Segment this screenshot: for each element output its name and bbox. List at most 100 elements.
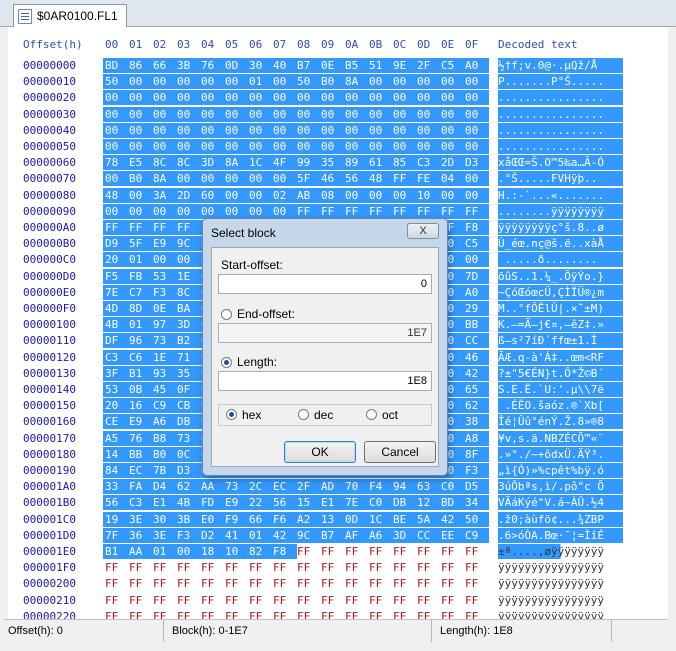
hex-byte[interactable]: FF [103,576,129,591]
hex-byte[interactable]: 01 [247,527,273,543]
hex-byte[interactable]: F4 [367,479,393,495]
hex-byte[interactable]: E1 [151,495,177,511]
hex-byte[interactable]: 00 [247,171,273,187]
hex-byte[interactable]: 00 [343,90,369,106]
hex-byte[interactable]: 00 [199,90,225,106]
hex-byte[interactable]: 00 [367,74,393,90]
hex-byte[interactable]: 33 [103,479,129,495]
hex-byte[interactable]: 00 [151,90,177,106]
hex-byte[interactable]: AA [199,479,225,495]
hex-byte[interactable]: 00 [175,74,201,90]
hex-row[interactable]: 00000220 FF FF FF FF FF FF FF FF FF FF FF FF FF FF FF FF… [8,609,668,619]
hex-byte[interactable]: 34 [463,495,489,511]
hex-byte[interactable]: B2 [175,333,201,349]
hex-byte[interactable]: 00 [151,122,177,138]
hex-byte[interactable]: FF [295,576,321,591]
hex-byte[interactable]: D5 [463,479,489,495]
end-offset-input[interactable]: 1E7 [218,323,432,343]
hex-byte[interactable]: 00 [127,90,153,106]
hex-byte[interactable]: FF [223,593,249,608]
hex-byte[interactable]: FF [295,609,321,619]
hex-byte[interactable]: 00 [415,122,441,138]
hex-byte[interactable]: BD [103,58,129,73]
hex-byte[interactable]: 00 [271,106,297,122]
hex-byte[interactable]: 01 [127,252,153,268]
hex-byte[interactable]: 00 [391,187,417,203]
hex-byte[interactable]: FF [175,576,201,591]
hex-byte[interactable]: D4 [151,479,177,495]
hex-byte[interactable]: D3 [463,155,489,171]
hex-byte[interactable]: 73 [223,479,249,495]
hex-byte[interactable]: A0 [463,284,489,300]
hex-byte[interactable]: CC [463,333,489,349]
decoded-text[interactable]: ±ª....‚øÿÿÿÿÿÿÿÿ [498,544,628,559]
hex-byte[interactable]: FF [343,203,369,219]
hex-byte[interactable]: FF [463,544,489,559]
hex-byte[interactable]: 7F [103,527,129,543]
hex-byte[interactable]: 04 [439,171,465,187]
decoded-text[interactable]: .ÉËO.šaóz.®`Xb[ [498,398,628,414]
hex-byte[interactable]: FF [223,560,249,575]
hex-byte[interactable]: FF [343,576,369,591]
ok-button[interactable]: OK [284,441,356,463]
hex-byte[interactable]: FF [391,171,417,187]
hex-byte[interactable]: 76 [127,430,153,446]
hex-byte[interactable]: 0D [223,58,249,73]
hex-byte[interactable]: 42 [439,511,465,527]
hex-byte[interactable]: 00 [295,139,321,154]
hex-byte[interactable]: 5F [295,171,321,187]
decoded-text[interactable]: Ù_éœ.nç@š.ë..xàÅ [498,236,628,252]
hex-byte[interactable]: 00 [223,203,249,219]
hex-byte[interactable]: FF [415,593,441,608]
hex-byte[interactable]: FF [319,609,345,619]
decoded-text[interactable]: ................ [498,122,628,138]
decoded-text[interactable]: ÿÿÿÿÿÿÿÿÿÿÿÿÿÿÿÿ [498,609,628,619]
hex-byte[interactable]: C3 [415,155,441,171]
hex-byte[interactable]: 5F [127,236,153,252]
hex-byte[interactable]: 66 [247,511,273,527]
hex-byte[interactable]: FF [367,560,393,575]
hex-byte[interactable]: 00 [103,106,129,122]
hex-byte[interactable]: 94 [391,479,417,495]
hex-byte[interactable]: 00 [175,90,201,106]
hex-byte[interactable]: B1 [103,544,129,559]
decoded-text[interactable]: S.E.Ë.`U:'.µ\\7ë [498,382,628,397]
hex-byte[interactable]: FF [151,220,177,235]
hex-byte[interactable]: FF [295,203,321,219]
hex-byte[interactable]: FF [319,203,345,219]
hex-row[interactable]: 00000010 50 00 00 00 00 00 01 00 50 B0 8A 00 00 00 00 00… [8,74,668,90]
decoded-text[interactable]: ?±"5€ÉN}t.Ô*Ž©B´ [498,365,628,381]
hex-byte[interactable]: 00 [343,187,369,203]
hex-byte[interactable]: 00 [127,139,153,154]
hex-byte[interactable]: 00 [391,74,417,90]
hex-byte[interactable]: 50 [463,511,489,527]
hex-byte[interactable]: 00 [319,122,345,138]
hex-byte[interactable]: B8 [151,430,177,446]
hex-byte[interactable]: B0 [151,446,177,462]
hex-byte[interactable]: AA [127,544,153,559]
hex-byte[interactable]: 00 [223,171,249,187]
hex-byte[interactable]: 00 [295,106,321,122]
hex-byte[interactable]: 3D [391,527,417,543]
hex-byte[interactable]: 4D [103,301,129,316]
hex-byte[interactable]: 00 [439,122,465,138]
hex-byte[interactable]: FF [199,576,225,591]
hex-byte[interactable]: 00 [199,171,225,187]
hex-byte[interactable]: 12 [415,495,441,511]
hex-byte[interactable]: 00 [103,171,129,187]
hex-byte[interactable]: FF [463,609,489,619]
hex-byte[interactable]: 61 [367,155,393,171]
hex-byte[interactable]: 00 [439,90,465,106]
hex-byte[interactable]: FF [391,560,417,575]
hex-byte[interactable]: FF [391,593,417,608]
hex-byte[interactable]: FF [223,609,249,619]
hex-byte[interactable]: 00 [439,74,465,90]
decoded-text[interactable]: ................ [498,139,628,154]
hex-byte[interactable]: 00 [415,90,441,106]
hex-byte[interactable]: 62 [463,398,489,414]
hex-byte[interactable]: F8 [463,220,489,235]
hex-byte[interactable]: 00 [127,203,153,219]
hex-byte[interactable]: FF [415,544,441,559]
hex-byte[interactable]: 00 [199,106,225,122]
hex-byte[interactable]: 2F [415,58,441,73]
